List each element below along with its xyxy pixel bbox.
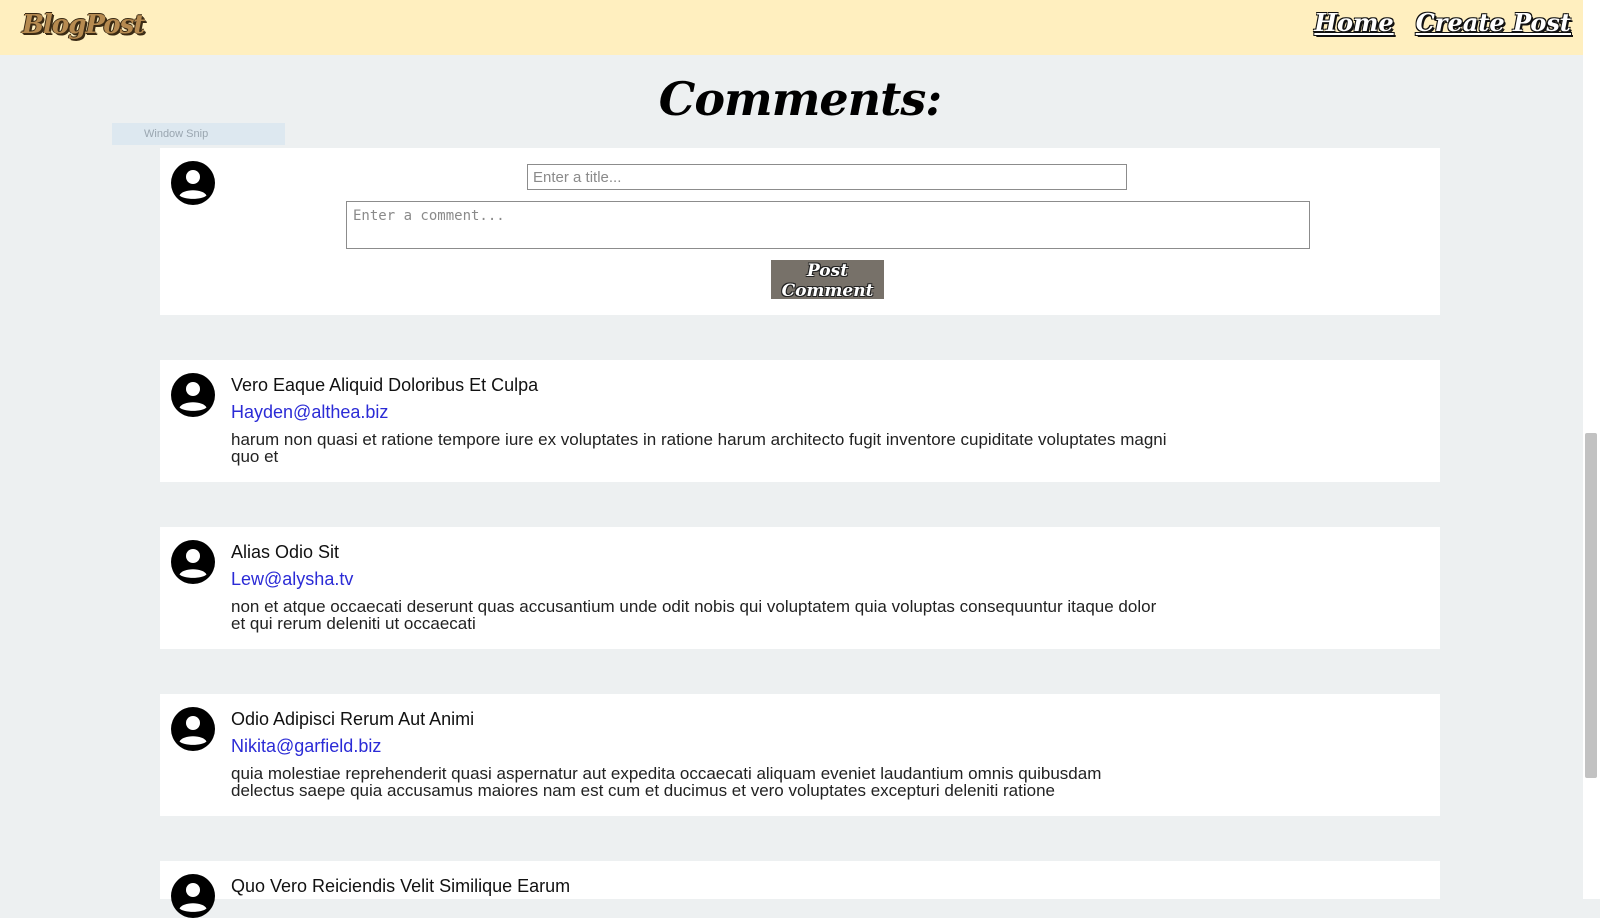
avatar-icon xyxy=(171,373,215,417)
avatar-icon xyxy=(171,874,215,918)
nav-link-home[interactable]: Home xyxy=(1314,8,1393,37)
comment-title-input[interactable] xyxy=(527,164,1127,190)
avatar-icon xyxy=(171,161,215,205)
comment-body: harum non quasi et ratione tempore iure … xyxy=(231,430,1167,466)
page-title: Comments: xyxy=(658,72,942,126)
comment-email-link[interactable]: Hayden@althea.biz xyxy=(231,402,388,423)
scrollbar-thumb[interactable] xyxy=(1585,433,1597,778)
brand-logo[interactable]: BlogPost xyxy=(22,10,145,40)
post-comment-button[interactable]: Post Comment xyxy=(771,260,884,301)
comment-form-card: Post Comment xyxy=(160,148,1440,315)
avatar-icon xyxy=(171,707,215,751)
comment-body: quia molestiae reprehenderit quasi asper… xyxy=(231,764,1102,800)
avatar-icon xyxy=(171,540,215,584)
window-snip-overlay: Window Snip xyxy=(112,123,285,145)
comment-card: Alias Odio Sit Lew@alysha.tv non et atqu… xyxy=(160,527,1440,649)
comment-email-link[interactable]: Lew@alysha.tv xyxy=(231,569,353,590)
comment-card: Odio Adipisci Rerum Aut Animi Nikita@gar… xyxy=(160,694,1440,816)
comment-title: Odio Adipisci Rerum Aut Animi xyxy=(231,709,475,729)
nav-link-create-post[interactable]: Create Post xyxy=(1416,8,1571,37)
comment-card: Vero Eaque Aliquid Doloribus Et Culpa Ha… xyxy=(160,360,1440,482)
comment-title: Vero Eaque Aliquid Doloribus Et Culpa xyxy=(231,375,539,395)
navbar: BlogPost Home Create Post xyxy=(0,0,1583,55)
comment-card: Quo Vero Reiciendis Velit Similique Earu… xyxy=(160,861,1440,899)
comment-title: Alias Odio Sit xyxy=(231,542,340,562)
comment-body: non et atque occaecati deserunt quas acc… xyxy=(231,597,1157,633)
nav-links: Home Create Post xyxy=(1314,8,1571,37)
comment-email-link[interactable]: Nikita@garfield.biz xyxy=(231,736,381,757)
comment-body-input[interactable] xyxy=(346,201,1310,249)
comment-title: Quo Vero Reiciendis Velit Similique Earu… xyxy=(231,876,571,896)
